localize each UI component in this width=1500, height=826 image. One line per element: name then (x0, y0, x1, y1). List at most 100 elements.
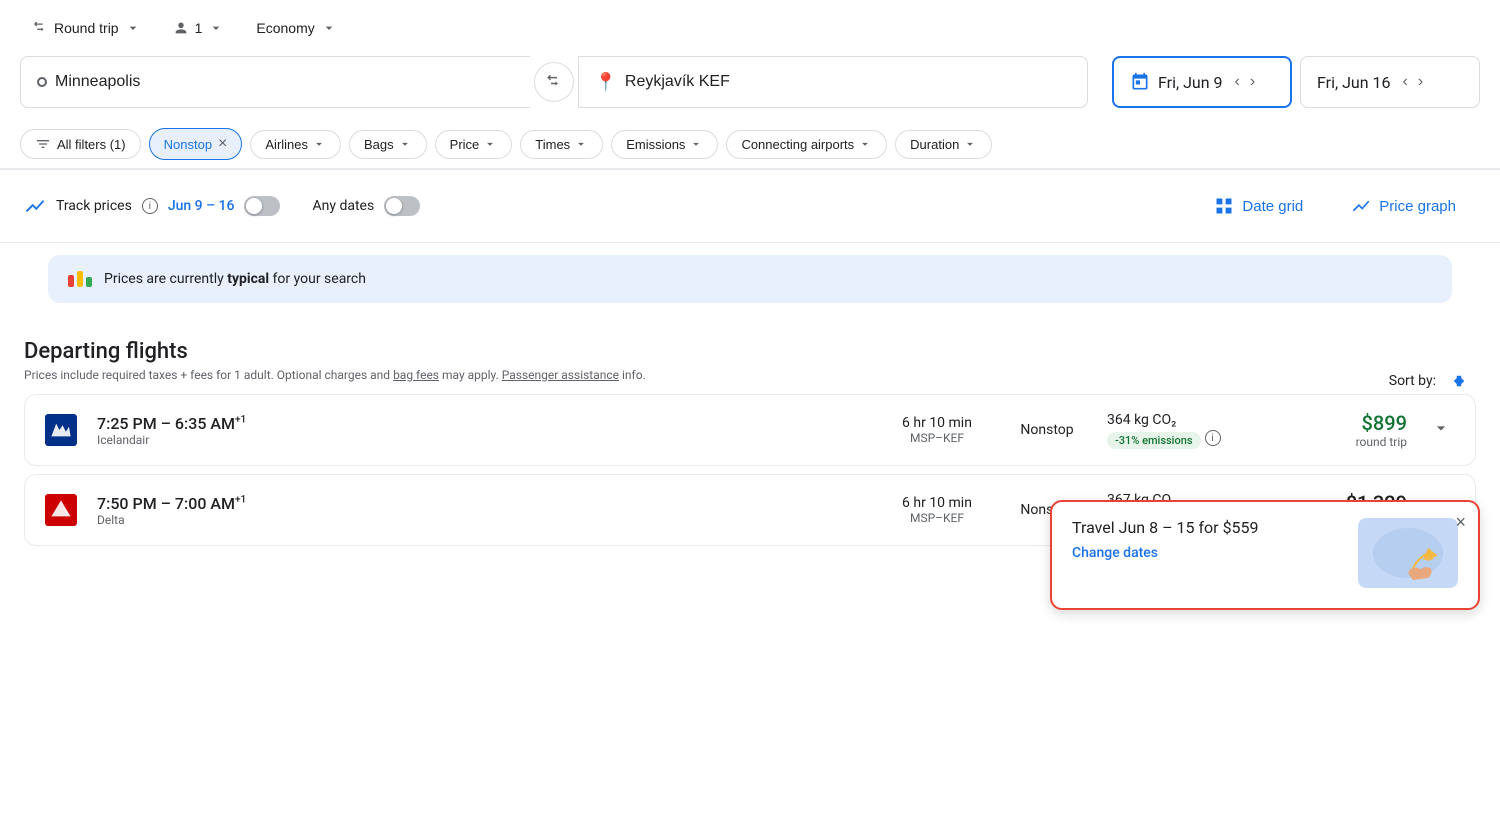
flight-1-expand-button[interactable] (1427, 416, 1455, 444)
round-trip-icon (32, 20, 48, 36)
bags-filter-button[interactable]: Bags (349, 130, 427, 159)
trip-type-label: Round trip (54, 20, 119, 36)
nonstop-remove-button[interactable]: × (218, 135, 227, 153)
price-graph-icon (1351, 196, 1371, 216)
departure-next-button[interactable]: › (1246, 69, 1259, 95)
departure-date-field[interactable]: Fri, Jun 9 ‹ › (1112, 56, 1292, 108)
filters-icon (35, 136, 51, 152)
cabin-class-chevron (321, 20, 337, 36)
cabin-class-label: Economy (256, 20, 314, 36)
departing-flights-title: Departing flights (24, 339, 1476, 364)
connecting-airports-filter-button[interactable]: Connecting airports (726, 130, 887, 159)
all-filters-label: All filters (1) (57, 137, 126, 152)
track-prices-section: Track prices i Jun 9 – 16 (24, 195, 280, 217)
airlines-chevron (312, 137, 326, 151)
track-prices-info[interactable]: i (142, 198, 158, 214)
return-date-nav: ‹ › (1399, 69, 1428, 95)
departure-date-label: Fri, Jun 9 (1158, 73, 1223, 92)
emissions-chevron (689, 137, 703, 151)
origin-input[interactable] (55, 73, 514, 91)
date-grid-icon (1214, 196, 1234, 216)
flight-2-time-range: 7:50 PM – 7:00 AM+1 (97, 494, 867, 513)
any-dates-toggle[interactable] (384, 196, 420, 216)
flight-1-emissions: 364 kg CO₂ -31% emissions i (1107, 412, 1267, 449)
departing-subtitle: Prices include required taxes + fees for… (24, 368, 646, 382)
passengers-chevron (208, 20, 224, 36)
track-prices-row: Track prices i Jun 9 – 16 Any dates Date… (0, 170, 1500, 242)
return-next-button[interactable]: › (1414, 69, 1427, 95)
flight-2-duration: 6 hr 10 min MSP–KEF (887, 495, 987, 525)
icelandair-logo (45, 414, 77, 446)
sort-label: Sort by: (1389, 373, 1436, 389)
price-banner-wrapper: Prices are currently typical for your se… (0, 243, 1500, 331)
passengers-selector[interactable]: 1 (161, 12, 237, 44)
return-prev-button[interactable]: ‹ (1399, 69, 1412, 95)
bar-yellow (77, 271, 83, 287)
cabin-class-selector[interactable]: Economy (244, 12, 348, 44)
airlines-filter-button[interactable]: Airlines (250, 130, 341, 159)
price-banner: Prices are currently typical for your se… (48, 255, 1452, 303)
connecting-airports-chevron (858, 137, 872, 151)
destination-input[interactable] (625, 73, 1071, 91)
origin-field[interactable] (20, 56, 530, 108)
price-typical-label: typical (227, 271, 269, 287)
departure-prev-button[interactable]: ‹ (1231, 69, 1244, 95)
nonstop-filter-button[interactable]: Nonstop × (149, 128, 243, 160)
date-grid-button[interactable]: Date grid (1194, 186, 1323, 226)
track-prices-toggle[interactable] (244, 196, 280, 216)
emissions-filter-button[interactable]: Emissions (611, 130, 718, 159)
departing-subtitle-row: Prices include required taxes + fees for… (24, 368, 1476, 394)
flight-1-price-amount: $899 (1287, 411, 1407, 435)
nonstop-label: Nonstop (164, 137, 212, 152)
tooltip-content: Travel Jun 8 – 15 for $559 Change dates (1072, 518, 1458, 592)
bag-fees-link[interactable]: bag fees (393, 368, 439, 382)
connecting-airports-label: Connecting airports (741, 137, 854, 152)
origin-dot-icon (37, 77, 47, 87)
swap-icon (545, 73, 563, 91)
emissions-label: Emissions (626, 137, 685, 152)
trip-type-chevron (125, 20, 141, 36)
filters-bar: All filters (1) Nonstop × Airlines Bags … (0, 120, 1500, 169)
duration-chevron (963, 137, 977, 151)
delta-logo (45, 494, 77, 526)
flight-1-emissions-info[interactable]: i (1205, 430, 1221, 446)
flight-1-price-type: round trip (1287, 435, 1407, 449)
flight-1-time-range: 7:25 PM – 6:35 AM+1 (97, 414, 867, 433)
return-date-field[interactable]: Fri, Jun 16 ‹ › (1300, 56, 1480, 108)
tooltip-illustration (1358, 518, 1458, 592)
bar-red (68, 275, 74, 287)
track-prices-dates: Jun 9 – 16 (168, 198, 235, 214)
bar-green (86, 277, 92, 287)
flight-card-1[interactable]: 7:25 PM – 6:35 AM+1 Icelandair 6 hr 10 m… (24, 394, 1476, 466)
passenger-assistance-link[interactable]: Passenger assistance (502, 368, 619, 382)
price-graph-button[interactable]: Price graph (1331, 186, 1476, 226)
flight-1-times: 7:25 PM – 6:35 AM+1 Icelandair (97, 414, 867, 447)
duration-filter-button[interactable]: Duration (895, 130, 992, 159)
trip-type-selector[interactable]: Round trip (20, 12, 153, 44)
swap-airports-button[interactable] (534, 62, 574, 102)
times-filter-button[interactable]: Times (520, 130, 603, 159)
price-label: Price (450, 137, 480, 152)
price-graph-label: Price graph (1379, 198, 1456, 215)
change-dates-link[interactable]: Change dates (1072, 545, 1158, 561)
duration-label: Duration (910, 137, 959, 152)
price-suggestion-tooltip: × Travel Jun 8 – 15 for $559 Change date… (1050, 500, 1480, 610)
return-date-label: Fri, Jun 16 (1317, 73, 1391, 92)
search-bar: 📍 Fri, Jun 9 ‹ › Fri, Jun 16 ‹ › (0, 56, 1500, 120)
times-chevron (574, 137, 588, 151)
price-filter-button[interactable]: Price (435, 130, 513, 159)
any-dates-section: Any dates (312, 196, 420, 216)
destination-field[interactable]: 📍 (578, 56, 1089, 108)
date-grid-label: Date grid (1242, 198, 1303, 215)
top-bar: Round trip 1 Economy (0, 0, 1500, 56)
bags-label: Bags (364, 137, 394, 152)
flight-1-stops: Nonstop (1007, 422, 1087, 438)
tooltip-text-section: Travel Jun 8 – 15 for $559 Change dates (1072, 518, 1259, 561)
tooltip-close-button[interactable]: × (1455, 512, 1466, 533)
track-prices-label: Track prices (56, 198, 132, 214)
all-filters-button[interactable]: All filters (1) (20, 129, 141, 159)
view-buttons: Date grid Price graph (1194, 186, 1476, 226)
flight-1-airline: Icelandair (97, 433, 867, 447)
flight-2-times: 7:50 PM – 7:00 AM+1 Delta (97, 494, 867, 527)
sort-button[interactable] (1442, 368, 1476, 394)
